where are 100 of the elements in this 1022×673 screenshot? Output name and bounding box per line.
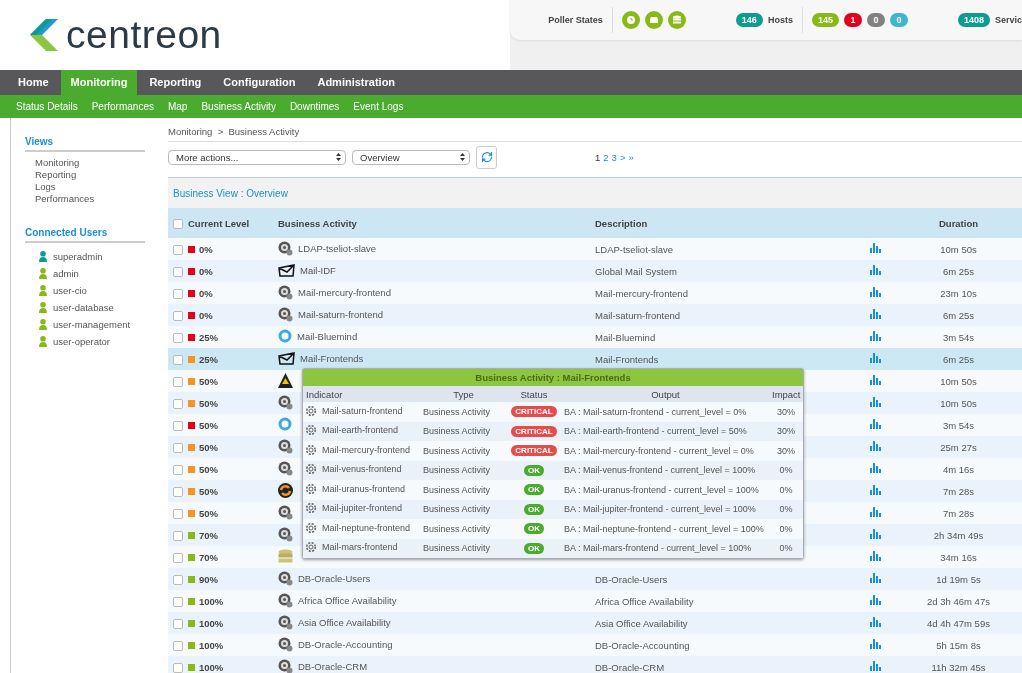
bar-chart-icon[interactable]	[869, 661, 881, 671]
actions-select[interactable]: More actions...	[168, 149, 346, 165]
table-row[interactable]: 100% Asia Office Availability Asia Office Availability 4d 4h 47m 59s	[168, 612, 1022, 634]
impact-text: 0%	[779, 465, 793, 476]
row-checkbox[interactable]	[173, 552, 183, 563]
activity-name[interactable]: Mail-saturn-frontend	[298, 308, 383, 320]
impact-text: 0%	[779, 523, 793, 534]
duration-text: 3m 54s	[942, 419, 975, 431]
row-checkbox[interactable]	[173, 332, 183, 343]
activity-name[interactable]: Africa Office Availability	[298, 594, 397, 606]
bar-chart-icon[interactable]	[869, 529, 881, 539]
impact-text: 30%	[777, 445, 795, 456]
column-header: Impact	[772, 388, 801, 400]
activity-name[interactable]: LDAP-tseliot-slave	[298, 242, 377, 254]
column-header: Description	[595, 217, 648, 229]
row-checkbox[interactable]	[173, 354, 183, 365]
level-value: 70%	[199, 551, 218, 563]
table-row[interactable]: 0% Mail-mercury-frontend Mail-mercury-frontend 23m 10s	[168, 282, 1022, 304]
clock-icon[interactable]	[621, 11, 640, 29]
view-select[interactable]: Overview	[352, 149, 470, 165]
sidebar-link[interactable]: Reporting	[25, 169, 168, 181]
bar-chart-icon[interactable]	[869, 265, 881, 275]
sidebar-link[interactable]: Monitoring	[25, 157, 168, 169]
gear-icon	[305, 482, 317, 495]
menu-tab[interactable]: Administration	[307, 70, 406, 95]
activity-name[interactable]: Mail-Bluemind	[297, 330, 358, 342]
bar-chart-icon[interactable]	[869, 331, 881, 341]
row-checkbox[interactable]	[173, 266, 183, 277]
bar-chart-icon[interactable]	[869, 639, 881, 649]
host-status-count[interactable]: 1	[843, 13, 862, 27]
row-checkbox[interactable]	[173, 288, 183, 299]
bar-chart-icon[interactable]	[869, 595, 881, 605]
bar-chart-icon[interactable]	[869, 551, 881, 561]
activity-name[interactable]: DB-Oracle-Users	[298, 572, 371, 584]
row-checkbox[interactable]	[173, 464, 183, 475]
row-checkbox[interactable]	[173, 618, 183, 629]
table-row[interactable]: 100% DB-Oracle-CRM DB-Oracle-CRM 11h 32m 45s	[168, 656, 1022, 673]
column-header: Current Level	[188, 217, 250, 229]
activity-name[interactable]: Asia Office Availability	[298, 616, 391, 628]
bar-chart-icon[interactable]	[869, 375, 881, 385]
page-link[interactable]: 1	[595, 151, 601, 163]
level-value: 100%	[199, 595, 224, 607]
select-all-checkbox[interactable]	[173, 218, 183, 229]
menu-tab[interactable]: Configuration	[213, 70, 306, 95]
duration-text: 23m 10s	[940, 287, 977, 299]
page-link[interactable]: 3	[611, 151, 617, 163]
bar-chart-icon[interactable]	[869, 573, 881, 583]
row-checkbox[interactable]	[173, 420, 183, 431]
row-checkbox[interactable]	[173, 508, 183, 519]
bar-chart-icon[interactable]	[869, 419, 881, 429]
activity-name[interactable]: Mail-mercury-frontend	[298, 286, 391, 298]
sidebar-link[interactable]: Performances	[25, 193, 168, 205]
row-checkbox[interactable]	[173, 640, 183, 651]
table-row[interactable]: 25% Mail-Bluemind Mail-Bluemind 3m 54s	[168, 326, 1022, 348]
bar-chart-icon[interactable]	[869, 243, 881, 253]
row-checkbox[interactable]	[173, 244, 183, 255]
bar-chart-icon[interactable]	[869, 287, 881, 297]
row-checkbox[interactable]	[173, 596, 183, 607]
bar-chart-icon[interactable]	[869, 463, 881, 473]
gauge-icon	[278, 570, 293, 586]
activity-name[interactable]: DB-Oracle-Accounting	[298, 638, 393, 650]
gauge-icon	[278, 460, 293, 476]
output-text: BA : Mail-venus-frontend - current_level = 100%	[564, 465, 756, 476]
row-checkbox[interactable]	[173, 574, 183, 585]
page-link[interactable]: 2	[603, 151, 609, 163]
level-value: 50%	[199, 507, 218, 519]
inbox-icon[interactable]	[644, 11, 663, 29]
sidebar-link[interactable]: Logs	[25, 181, 168, 193]
page-link[interactable]: »	[628, 151, 634, 163]
activity-name[interactable]: Mail-Frontends	[300, 352, 364, 364]
bar-chart-icon[interactable]	[869, 309, 881, 319]
bar-chart-icon[interactable]	[869, 485, 881, 495]
status-badge: CRITICAL	[511, 406, 557, 418]
row-checkbox[interactable]	[173, 486, 183, 497]
table-row[interactable]: 100% Africa Office Availability Africa Office Availability 2d 3h 46m 47s	[168, 590, 1022, 612]
database-icon[interactable]	[667, 11, 686, 29]
row-checkbox[interactable]	[173, 442, 183, 453]
bar-chart-icon[interactable]	[869, 617, 881, 627]
bar-chart-icon[interactable]	[869, 353, 881, 363]
activity-name[interactable]: Mail-IDF	[300, 264, 336, 276]
bar-chart-icon[interactable]	[869, 441, 881, 451]
row-checkbox[interactable]	[173, 310, 183, 321]
row-checkbox[interactable]	[173, 662, 183, 673]
host-status-count[interactable]: 0	[866, 13, 885, 27]
type-text: Business Activity	[423, 465, 491, 476]
table-row[interactable]: 0% LDAP-tseliot-slave LDAP-tseliot-slave 10m 50s	[168, 238, 1022, 260]
bar-chart-icon[interactable]	[869, 507, 881, 517]
activity-name[interactable]: DB-Oracle-CRM	[298, 660, 368, 672]
row-checkbox[interactable]	[173, 376, 183, 387]
table-row[interactable]: 90% DB-Oracle-Users DB-Oracle-Users 1d 19m 5s	[168, 568, 1022, 590]
user-name: superadmin	[53, 251, 103, 262]
row-checkbox[interactable]	[173, 398, 183, 409]
menu-tab[interactable]: Reporting	[139, 70, 212, 95]
page-link[interactable]: >	[619, 151, 626, 163]
row-checkbox[interactable]	[173, 530, 183, 541]
refresh-button[interactable]	[476, 145, 497, 169]
description-text: Asia Office Availability	[595, 617, 688, 629]
table-row[interactable]: 100% DB-Oracle-Accounting DB-Oracle-Accounting 5h 15m 8s	[168, 634, 1022, 656]
bar-chart-icon[interactable]	[869, 397, 881, 407]
menu-tab[interactable]: Home	[8, 70, 59, 95]
